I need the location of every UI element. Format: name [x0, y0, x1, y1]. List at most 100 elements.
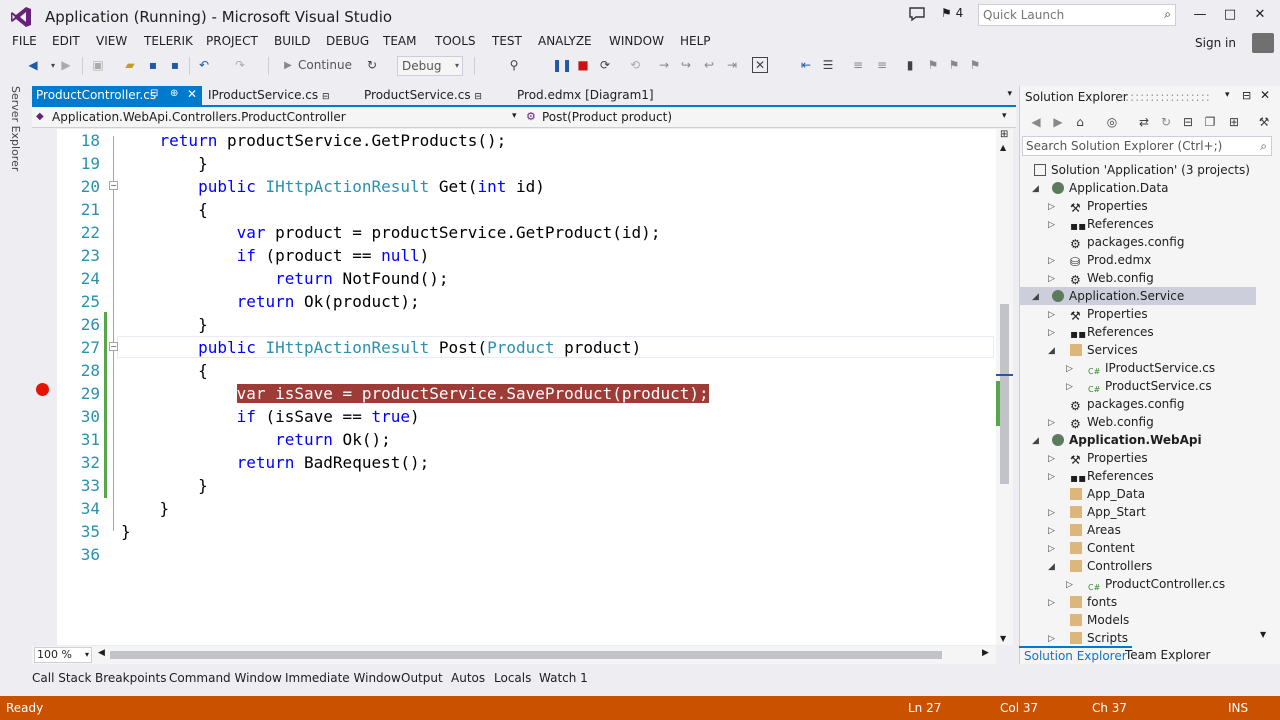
configuration-dropdown[interactable]: Debug ▾: [397, 56, 463, 76]
bookmark-icon[interactable]: ▮: [902, 57, 918, 73]
step-into-icon[interactable]: →: [656, 57, 672, 73]
toggle-icon[interactable]: ✕: [752, 57, 768, 73]
tab-autos[interactable]: Autos: [451, 671, 485, 685]
tree-item[interactable]: ⛁ Prod.edmx: [1070, 251, 1151, 269]
open-file-icon[interactable]: ▰: [122, 57, 138, 73]
avatar[interactable]: [1252, 33, 1274, 53]
menu-telerik[interactable]: TELERIK: [144, 34, 193, 48]
tab-prod-edmx[interactable]: Prod.edmx [Diagram1]: [513, 86, 658, 105]
tab-solution-explorer[interactable]: Solution Explorer: [1019, 646, 1132, 664]
back-icon[interactable]: ◀: [1028, 114, 1044, 130]
expand-arrow-icon[interactable]: ◢: [1032, 436, 1039, 446]
search-icon[interactable]: ⌕: [1164, 7, 1171, 22]
restart-icon[interactable]: ⟳: [597, 57, 613, 73]
continue-icon[interactable]: ▶: [280, 57, 296, 73]
collapsed-arrow-icon[interactable]: ▷: [1048, 220, 1055, 230]
collapsed-arrow-icon[interactable]: ▷: [1048, 634, 1055, 644]
new-project-icon[interactable]: ▣: [90, 57, 106, 73]
tree-item-project[interactable]: Application.Data: [1052, 179, 1169, 197]
expand-arrow-icon[interactable]: ◢: [1048, 562, 1055, 572]
tree-item-file[interactable]: C# ProductController.cs: [1088, 575, 1225, 593]
quick-launch-box[interactable]: ⌕: [978, 4, 1176, 26]
pin-icon[interactable]: ⊟: [150, 88, 158, 99]
collapse-icon[interactable]: −: [109, 181, 118, 190]
refresh-icon[interactable]: ↻: [1158, 114, 1174, 130]
tree-item[interactable]: ⚒ Properties: [1070, 197, 1148, 215]
redo-icon[interactable]: ↷: [232, 57, 248, 73]
step-out-icon[interactable]: ↩: [701, 57, 717, 73]
quick-launch-input[interactable]: [979, 5, 1149, 25]
collapsed-arrow-icon[interactable]: ▷: [1048, 508, 1055, 518]
tree-item-folder[interactable]: Content: [1070, 539, 1135, 557]
tab-output[interactable]: Output: [401, 671, 443, 685]
properties-icon[interactable]: ⊞: [1226, 114, 1242, 130]
collapsed-arrow-icon[interactable]: ▷: [1048, 454, 1055, 464]
menu-analyze[interactable]: ANALYZE: [538, 34, 592, 48]
back-icon[interactable]: ◀: [25, 57, 41, 73]
tab-call-stack[interactable]: Call Stack: [32, 671, 91, 685]
tab-productservice[interactable]: ProductService.cs ⊟: [360, 86, 486, 105]
save-all-icon[interactable]: ▪: [167, 57, 183, 73]
menu-team[interactable]: TEAM: [383, 34, 416, 48]
indent-icon[interactable]: ≡: [874, 57, 890, 73]
tree-item-solution[interactable]: Solution 'Application' (3 projects): [1034, 161, 1250, 179]
expand-arrow-icon[interactable]: ◢: [1032, 292, 1039, 302]
collapsed-arrow-icon[interactable]: ▷: [1048, 310, 1055, 320]
collapse-all-icon[interactable]: ⊟: [1180, 114, 1196, 130]
tree-item[interactable]: ▪▪References: [1070, 323, 1154, 341]
tab-overflow-icon[interactable]: ▾: [1007, 89, 1012, 99]
clear-bookmarks-icon[interactable]: ⚑: [967, 57, 983, 73]
tree-item-folder[interactable]: Services: [1070, 341, 1138, 359]
collapsed-arrow-icon[interactable]: ▷: [1048, 256, 1055, 266]
breakpoint-icon[interactable]: [36, 383, 49, 396]
collapsed-arrow-icon[interactable]: ▷: [1066, 364, 1073, 374]
collapsed-arrow-icon[interactable]: ▷: [1066, 580, 1073, 590]
sign-in-link[interactable]: Sign in: [1195, 36, 1236, 50]
tab-breakpoints[interactable]: Breakpoints: [95, 671, 166, 685]
outdent-icon[interactable]: ≡: [850, 57, 866, 73]
collapsed-arrow-icon[interactable]: ▷: [1048, 328, 1055, 338]
chevron-down-icon[interactable]: ▾: [512, 111, 517, 121]
collapse-icon[interactable]: −: [109, 342, 118, 351]
stop-debugging-icon[interactable]: ■: [575, 57, 591, 73]
tree-item-file[interactable]: C# ProductService.cs: [1088, 377, 1212, 395]
chevron-down-icon[interactable]: ▾: [1225, 90, 1230, 100]
show-all-files-icon[interactable]: ❐: [1202, 114, 1218, 130]
pin-icon[interactable]: ⊟: [1242, 89, 1251, 102]
tree-item-folder[interactable]: Scripts: [1070, 629, 1128, 647]
tree-item[interactable]: ▪▪References: [1070, 215, 1154, 233]
menu-help[interactable]: HELP: [680, 34, 711, 48]
tab-iproductservice[interactable]: IProductService.cs ⊟: [204, 86, 334, 105]
undo-icon[interactable]: ↶: [196, 57, 212, 73]
collapsed-arrow-icon[interactable]: ▷: [1048, 202, 1055, 212]
tree-item[interactable]: ⚙ Web.config: [1070, 269, 1154, 287]
tab-productcontroller[interactable]: ProductController.cs ⊟ ⊕ ✕: [32, 86, 202, 105]
tree-item[interactable]: ⚙ packages.config: [1070, 395, 1184, 413]
attach-icon[interactable]: ⚲: [506, 57, 522, 73]
tree-item-folder[interactable]: App_Start: [1070, 503, 1146, 521]
menu-window[interactable]: WINDOW: [609, 34, 664, 48]
tree-item-file[interactable]: C# IProductService.cs: [1088, 359, 1215, 377]
tree-item-folder[interactable]: Areas: [1070, 521, 1121, 539]
close-icon[interactable]: ✕: [1245, 4, 1275, 26]
tree-item-project[interactable]: Application.WebApi: [1052, 431, 1202, 449]
type-selector[interactable]: Application.WebApi.Controllers.ProductCo…: [52, 110, 346, 124]
sync-icon[interactable]: ⇄: [1136, 114, 1152, 130]
preview-pin-icon[interactable]: ⊕: [170, 88, 178, 99]
forward-icon[interactable]: ▶: [58, 57, 74, 73]
hex-display-icon[interactable]: ⇥: [724, 57, 740, 73]
solution-search-input[interactable]: Search Solution Explorer (Ctrl+;) ⌕: [1022, 136, 1272, 156]
next-bookmark-icon[interactable]: ⚑: [946, 57, 962, 73]
tree-item[interactable]: ▪▪References: [1070, 467, 1154, 485]
search-icon[interactable]: ⌕: [1260, 137, 1267, 155]
collapsed-arrow-icon[interactable]: ▷: [1066, 382, 1073, 392]
comment-icon[interactable]: ⇤: [798, 57, 814, 73]
collapsed-arrow-icon[interactable]: ▷: [1048, 472, 1055, 482]
server-explorer-tab[interactable]: Server Explorer: [9, 86, 22, 171]
tab-immediate-window[interactable]: Immediate Window: [285, 671, 401, 685]
pin-icon[interactable]: ⊟: [474, 92, 482, 102]
tab-command-window[interactable]: Command Window: [169, 671, 282, 685]
vertical-scrollbar[interactable]: ⊞ ▲ ▼: [996, 129, 1013, 645]
menu-edit[interactable]: EDIT: [52, 34, 80, 48]
tree-item-folder[interactable]: Controllers: [1070, 557, 1152, 575]
